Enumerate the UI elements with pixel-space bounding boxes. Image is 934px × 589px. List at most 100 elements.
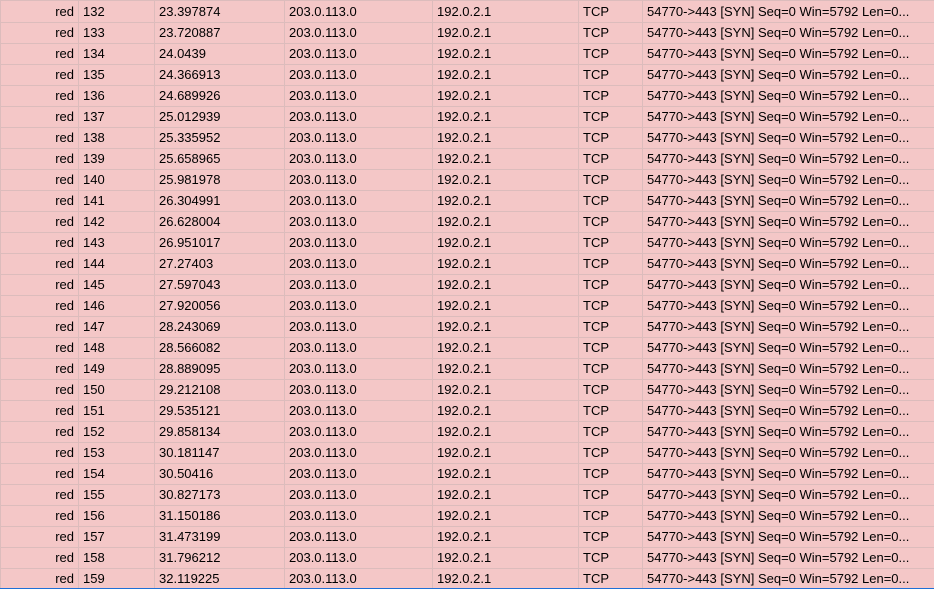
destination-address-cell[interactable]: 192.0.2.1	[432, 253, 579, 275]
destination-address-cell[interactable]: 192.0.2.1	[432, 106, 579, 128]
info-cell[interactable]: 54770->443 [SYN] Seq=0 Win=5792 Len=0...	[642, 148, 934, 170]
info-cell[interactable]: 54770->443 [SYN] Seq=0 Win=5792 Len=0...	[642, 106, 934, 128]
color-cell[interactable]: red	[0, 190, 79, 212]
info-cell[interactable]: 54770->443 [SYN] Seq=0 Win=5792 Len=0...	[642, 400, 934, 422]
time-cell[interactable]: 24.0439	[154, 43, 285, 65]
time-cell[interactable]: 28.243069	[154, 316, 285, 338]
packet-number-cell[interactable]: 150	[78, 379, 155, 401]
color-cell[interactable]: red	[0, 169, 79, 191]
packet-number-cell[interactable]: 143	[78, 232, 155, 254]
protocol-cell[interactable]: TCP	[578, 547, 643, 569]
table-row[interactable]: red 136 24.689926 203.0.113.0 192.0.2.1 TCP 54…	[0, 85, 934, 107]
protocol-cell[interactable]: TCP	[578, 0, 643, 23]
color-cell[interactable]: red	[0, 316, 79, 338]
table-row[interactable]: red 137 25.012939 203.0.113.0 192.0.2.1 TCP 54…	[0, 106, 934, 128]
packet-number-cell[interactable]: 141	[78, 190, 155, 212]
table-row[interactable]: red 158 31.796212 203.0.113.0 192.0.2.1 TCP 54…	[0, 547, 934, 569]
source-address-cell[interactable]: 203.0.113.0	[284, 0, 433, 23]
source-address-cell[interactable]: 203.0.113.0	[284, 379, 433, 401]
info-cell[interactable]: 54770->443 [SYN] Seq=0 Win=5792 Len=0...	[642, 127, 934, 149]
source-address-cell[interactable]: 203.0.113.0	[284, 43, 433, 65]
info-cell[interactable]: 54770->443 [SYN] Seq=0 Win=5792 Len=0...	[642, 85, 934, 107]
time-cell[interactable]: 31.150186	[154, 505, 285, 527]
color-cell[interactable]: red	[0, 253, 79, 275]
destination-address-cell[interactable]: 192.0.2.1	[432, 337, 579, 359]
table-row[interactable]: red 140 25.981978 203.0.113.0 192.0.2.1 TCP 54…	[0, 169, 934, 191]
destination-address-cell[interactable]: 192.0.2.1	[432, 526, 579, 548]
protocol-cell[interactable]: TCP	[578, 127, 643, 149]
source-address-cell[interactable]: 203.0.113.0	[284, 337, 433, 359]
info-cell[interactable]: 54770->443 [SYN] Seq=0 Win=5792 Len=0...	[642, 190, 934, 212]
time-cell[interactable]: 29.212108	[154, 379, 285, 401]
time-cell[interactable]: 25.981978	[154, 169, 285, 191]
color-cell[interactable]: red	[0, 232, 79, 254]
color-cell[interactable]: red	[0, 484, 79, 506]
table-row[interactable]: red 155 30.827173 203.0.113.0 192.0.2.1 TCP 54…	[0, 484, 934, 506]
time-cell[interactable]: 25.335952	[154, 127, 285, 149]
table-row[interactable]: red 152 29.858134 203.0.113.0 192.0.2.1 TCP 54…	[0, 421, 934, 443]
time-cell[interactable]: 26.951017	[154, 232, 285, 254]
time-cell[interactable]: 29.858134	[154, 421, 285, 443]
packet-number-cell[interactable]: 134	[78, 43, 155, 65]
source-address-cell[interactable]: 203.0.113.0	[284, 85, 433, 107]
protocol-cell[interactable]: TCP	[578, 442, 643, 464]
packet-number-cell[interactable]: 132	[78, 0, 155, 23]
destination-address-cell[interactable]: 192.0.2.1	[432, 85, 579, 107]
info-cell[interactable]: 54770->443 [SYN] Seq=0 Win=5792 Len=0...	[642, 169, 934, 191]
color-cell[interactable]: red	[0, 505, 79, 527]
source-address-cell[interactable]: 203.0.113.0	[284, 211, 433, 233]
color-cell[interactable]: red	[0, 274, 79, 296]
table-row[interactable]: red 151 29.535121 203.0.113.0 192.0.2.1 TCP 54…	[0, 400, 934, 422]
packet-number-cell[interactable]: 144	[78, 253, 155, 275]
destination-address-cell[interactable]: 192.0.2.1	[432, 547, 579, 569]
protocol-cell[interactable]: TCP	[578, 295, 643, 317]
color-cell[interactable]: red	[0, 64, 79, 86]
color-cell[interactable]: red	[0, 358, 79, 380]
table-row[interactable]: red 141 26.304991 203.0.113.0 192.0.2.1 TCP 54…	[0, 190, 934, 212]
destination-address-cell[interactable]: 192.0.2.1	[432, 232, 579, 254]
table-row[interactable]: red 159 32.119225 203.0.113.0 192.0.2.1 TCP 54…	[0, 568, 934, 589]
destination-address-cell[interactable]: 192.0.2.1	[432, 316, 579, 338]
packet-number-cell[interactable]: 133	[78, 22, 155, 44]
source-address-cell[interactable]: 203.0.113.0	[284, 463, 433, 485]
protocol-cell[interactable]: TCP	[578, 337, 643, 359]
color-cell[interactable]: red	[0, 463, 79, 485]
table-row[interactable]: red 135 24.366913 203.0.113.0 192.0.2.1 TCP 54…	[0, 64, 934, 86]
destination-address-cell[interactable]: 192.0.2.1	[432, 358, 579, 380]
source-address-cell[interactable]: 203.0.113.0	[284, 148, 433, 170]
source-address-cell[interactable]: 203.0.113.0	[284, 505, 433, 527]
info-cell[interactable]: 54770->443 [SYN] Seq=0 Win=5792 Len=0...	[642, 442, 934, 464]
color-cell[interactable]: red	[0, 0, 79, 23]
info-cell[interactable]: 54770->443 [SYN] Seq=0 Win=5792 Len=0...	[642, 211, 934, 233]
protocol-cell[interactable]: TCP	[578, 505, 643, 527]
protocol-cell[interactable]: TCP	[578, 148, 643, 170]
protocol-cell[interactable]: TCP	[578, 316, 643, 338]
table-row[interactable]: red 149 28.889095 203.0.113.0 192.0.2.1 TCP 54…	[0, 358, 934, 380]
packet-number-cell[interactable]: 136	[78, 85, 155, 107]
color-cell[interactable]: red	[0, 442, 79, 464]
color-cell[interactable]: red	[0, 22, 79, 44]
info-cell[interactable]: 54770->443 [SYN] Seq=0 Win=5792 Len=0...	[642, 505, 934, 527]
destination-address-cell[interactable]: 192.0.2.1	[432, 400, 579, 422]
packet-number-cell[interactable]: 142	[78, 211, 155, 233]
time-cell[interactable]: 23.720887	[154, 22, 285, 44]
time-cell[interactable]: 30.50416	[154, 463, 285, 485]
time-cell[interactable]: 27.920056	[154, 295, 285, 317]
protocol-cell[interactable]: TCP	[578, 421, 643, 443]
destination-address-cell[interactable]: 192.0.2.1	[432, 169, 579, 191]
protocol-cell[interactable]: TCP	[578, 43, 643, 65]
time-cell[interactable]: 23.397874	[154, 0, 285, 23]
table-row[interactable]: red 144 27.27403 203.0.113.0 192.0.2.1 TCP 547…	[0, 253, 934, 275]
time-cell[interactable]: 32.119225	[154, 568, 285, 589]
time-cell[interactable]: 29.535121	[154, 400, 285, 422]
packet-number-cell[interactable]: 137	[78, 106, 155, 128]
source-address-cell[interactable]: 203.0.113.0	[284, 169, 433, 191]
packet-number-cell[interactable]: 138	[78, 127, 155, 149]
table-row[interactable]: red 145 27.597043 203.0.113.0 192.0.2.1 TCP 54…	[0, 274, 934, 296]
info-cell[interactable]: 54770->443 [SYN] Seq=0 Win=5792 Len=0...	[642, 64, 934, 86]
packet-number-cell[interactable]: 151	[78, 400, 155, 422]
info-cell[interactable]: 54770->443 [SYN] Seq=0 Win=5792 Len=0...	[642, 43, 934, 65]
color-cell[interactable]: red	[0, 127, 79, 149]
info-cell[interactable]: 54770->443 [SYN] Seq=0 Win=5792 Len=0...	[642, 22, 934, 44]
destination-address-cell[interactable]: 192.0.2.1	[432, 568, 579, 589]
